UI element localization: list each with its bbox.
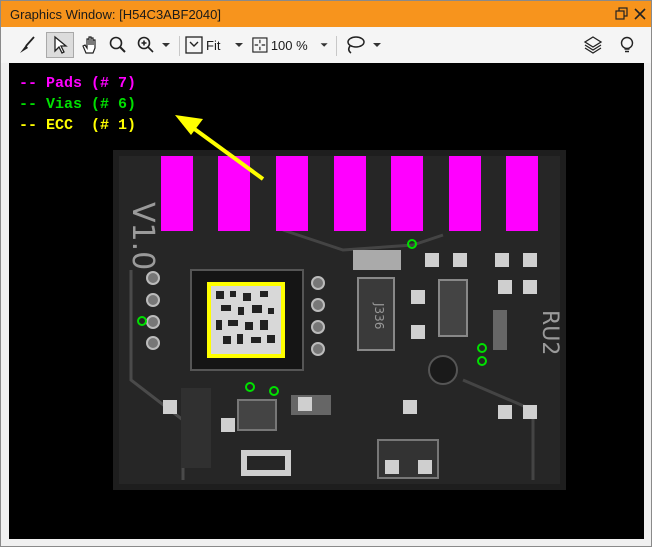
toolbar-separator	[179, 36, 180, 56]
hand-icon[interactable]	[78, 32, 102, 58]
title-bar[interactable]: Graphics Window: [H54C3ABF2040]	[1, 1, 651, 27]
broom-icon[interactable]	[15, 32, 39, 58]
zoom-box-icon	[252, 37, 268, 53]
zoom-icon[interactable]	[134, 32, 174, 58]
annotation-arrow	[175, 115, 265, 181]
chevron-down-icon	[235, 43, 244, 47]
fit-label: Fit	[206, 37, 221, 53]
lightbulb-icon[interactable]	[615, 32, 639, 58]
lasso-button[interactable]	[344, 32, 388, 58]
fit-icon	[185, 36, 203, 54]
toolbar: Fit 100 %	[1, 27, 651, 63]
window-title: Graphics Window: [H54C3ABF2040]	[10, 7, 221, 22]
zoom-level-button[interactable]: 100 %	[252, 32, 330, 58]
zoom-level-label: 100 %	[270, 37, 308, 53]
pointer-icon[interactable]	[46, 32, 74, 58]
chevron-down-icon	[320, 43, 328, 47]
magnifier-icon[interactable]	[106, 32, 130, 58]
toolbar-separator	[336, 36, 337, 56]
graphics-window: Graphics Window: [H54C3ABF2040] Fit 100 …	[0, 0, 652, 547]
chevron-down-icon	[373, 43, 381, 47]
graphics-canvas[interactable]: -- Pads (# 7) -- Vias (# 6) -- ECC (# 1)…	[9, 63, 644, 539]
layers-icon[interactable]	[581, 32, 605, 58]
close-icon[interactable]	[632, 6, 648, 22]
restore-icon[interactable]	[614, 6, 630, 22]
lasso-icon	[347, 36, 365, 54]
fit-button[interactable]: Fit	[185, 32, 249, 58]
